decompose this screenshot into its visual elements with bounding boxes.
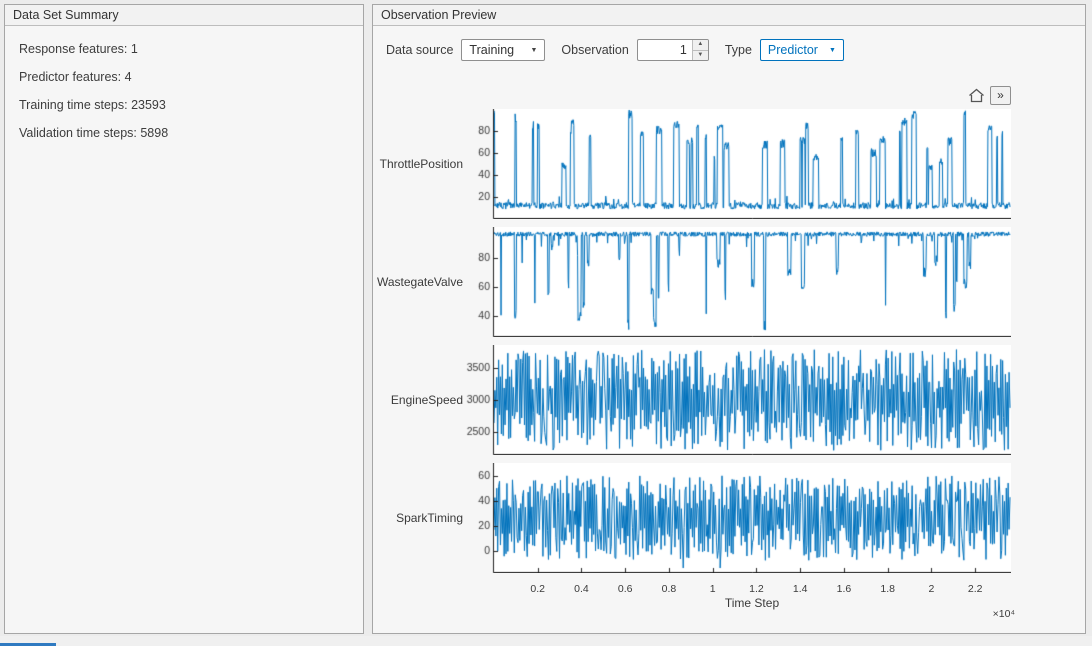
response-features-text: Response features: 1 bbox=[19, 42, 349, 56]
subplot-wastegate-valve: WastegateValve bbox=[373, 227, 1085, 337]
window-bottom-edge bbox=[0, 636, 1092, 646]
data-set-summary-title: Data Set Summary bbox=[5, 5, 363, 26]
spinner-buttons: ▲ ▼ bbox=[692, 40, 708, 60]
type-value: Predictor bbox=[768, 43, 818, 57]
series-label-spark-timing: SparkTiming bbox=[373, 511, 463, 525]
observation-spinbox: ▲ ▼ bbox=[637, 39, 709, 61]
chevron-down-icon: ▼ bbox=[829, 47, 836, 54]
data-source-label: Data source bbox=[386, 43, 453, 57]
spark-timing-plot[interactable] bbox=[463, 463, 1011, 573]
type-dropdown[interactable]: Predictor ▼ bbox=[760, 39, 844, 61]
expand-axes-toolbar-button[interactable]: » bbox=[990, 86, 1011, 105]
observation-chart-area: » ThrottlePosition WastegateValve Engine… bbox=[373, 85, 1085, 625]
panel-title-text: Data Set Summary bbox=[13, 8, 119, 22]
preview-toolbar: Data source Training ▼ Observation ▲ ▼ T… bbox=[373, 26, 1085, 61]
x-tick-label: 0.2 bbox=[530, 583, 545, 595]
axes-toolbar: » bbox=[373, 85, 1011, 105]
data-set-summary-panel: Data Set Summary Response features: 1 Pr… bbox=[4, 4, 364, 634]
x-tick-label: 0.8 bbox=[662, 583, 677, 595]
x-axis-label: Time Step bbox=[493, 596, 1011, 610]
subplot-throttle-position: ThrottlePosition bbox=[373, 109, 1085, 219]
restore-view-button[interactable] bbox=[966, 86, 987, 105]
series-label-throttle-position: ThrottlePosition bbox=[373, 157, 463, 171]
series-label-engine-speed: EngineSpeed bbox=[373, 393, 463, 407]
observation-preview-panel: Observation Preview Data source Training… bbox=[372, 4, 1086, 634]
engine-speed-plot[interactable] bbox=[463, 345, 1011, 455]
x-tick-label: 1 bbox=[710, 583, 716, 595]
x-tick-label: 1.8 bbox=[880, 583, 895, 595]
validation-time-steps-text: Validation time steps: 5898 bbox=[19, 126, 349, 140]
observation-input[interactable] bbox=[638, 40, 692, 60]
data-source-dropdown[interactable]: Training ▼ bbox=[461, 39, 545, 61]
x-tick-label: 1.4 bbox=[793, 583, 808, 595]
spinner-down-button[interactable]: ▼ bbox=[693, 51, 708, 61]
x-tick-label: 2.2 bbox=[968, 583, 983, 595]
x-tick-label: 1.6 bbox=[837, 583, 852, 595]
predictor-features-text: Predictor features: 4 bbox=[19, 70, 349, 84]
data-source-value: Training bbox=[469, 43, 514, 57]
observation-preview-title: Observation Preview bbox=[373, 5, 1085, 26]
type-label: Type bbox=[725, 43, 752, 57]
home-icon bbox=[968, 88, 985, 103]
spinner-up-button[interactable]: ▲ bbox=[693, 40, 708, 51]
chevron-down-icon: ▼ bbox=[530, 47, 537, 54]
series-label-wastegate-valve: WastegateValve bbox=[373, 275, 463, 289]
training-time-steps-text: Training time steps: 23593 bbox=[19, 98, 349, 112]
panel-title-text: Observation Preview bbox=[381, 8, 496, 22]
subplot-spark-timing: SparkTiming bbox=[373, 463, 1085, 573]
subplot-engine-speed: EngineSpeed bbox=[373, 345, 1085, 455]
x-tick-label: 1.2 bbox=[749, 583, 764, 595]
x-tick-label: 0.6 bbox=[618, 583, 633, 595]
x-axis: Time Step ×10⁴ 0.20.40.60.811.21.41.61.8… bbox=[493, 581, 1011, 625]
observation-label: Observation bbox=[561, 43, 628, 57]
throttle-position-plot[interactable] bbox=[463, 109, 1011, 219]
x-tick-label: 0.4 bbox=[574, 583, 589, 595]
wastegate-valve-plot[interactable] bbox=[463, 227, 1011, 337]
x-tick-label: 2 bbox=[928, 583, 934, 595]
x-axis-multiplier: ×10⁴ bbox=[993, 608, 1015, 620]
